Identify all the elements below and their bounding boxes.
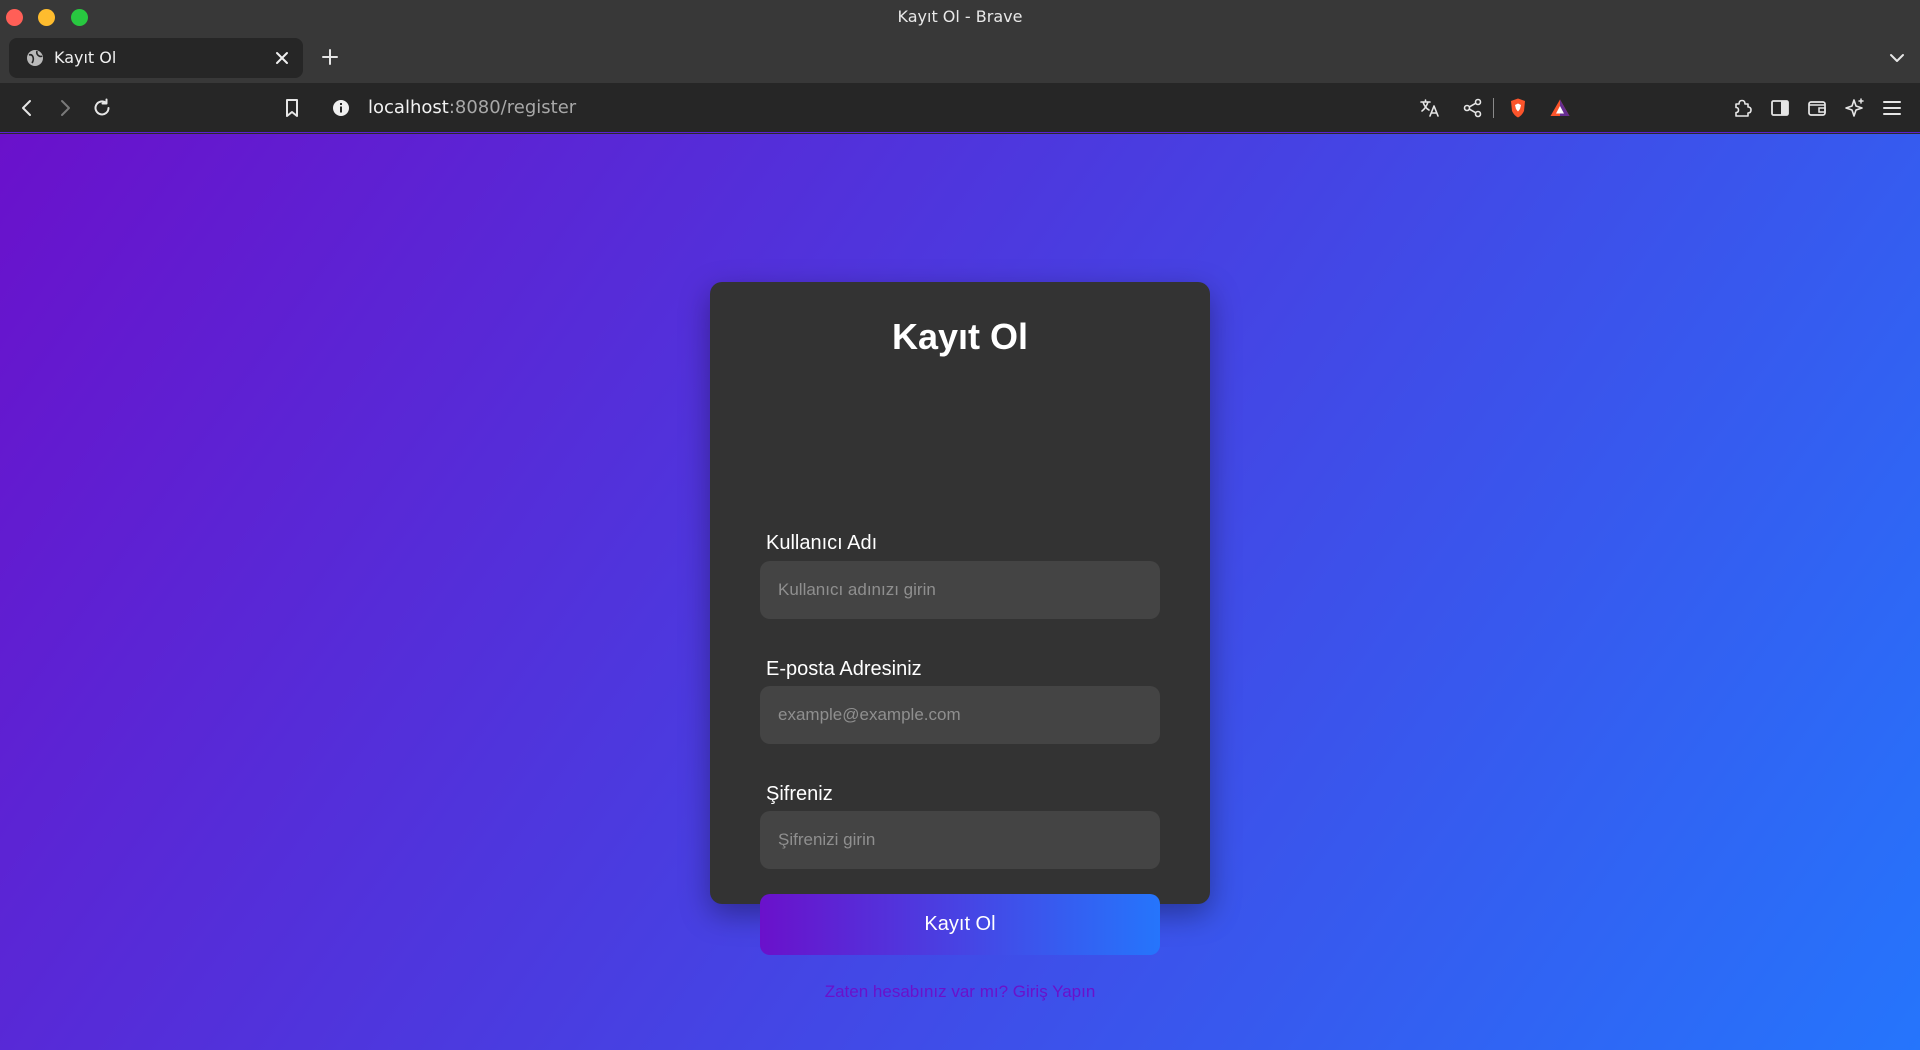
register-card: Kayıt Ol Kullanıcı Adı E-posta Adresiniz… <box>710 282 1210 1001</box>
forward-arrow-icon[interactable] <box>54 97 76 119</box>
tab-strip: Kayıt Ol <box>0 32 1920 83</box>
wallet-icon[interactable] <box>1806 97 1828 119</box>
plus-icon[interactable] <box>320 47 340 67</box>
address-bar-url[interactable]: localhost:8080/register <box>368 97 576 118</box>
globe-icon <box>27 50 43 66</box>
brave-shield-icon[interactable] <box>1507 97 1529 119</box>
bookmark-icon[interactable] <box>281 97 303 119</box>
email-input[interactable] <box>760 686 1160 744</box>
register-button[interactable]: Kayıt Ol <box>760 894 1160 955</box>
browser-toolbar: localhost:8080/register <box>0 83 1920 133</box>
extensions-icon[interactable] <box>1731 97 1753 119</box>
menu-icon[interactable] <box>1881 97 1903 119</box>
password-input[interactable] <box>760 811 1160 869</box>
password-label: Şifreniz <box>766 783 833 805</box>
tab-register[interactable]: Kayıt Ol <box>9 38 303 78</box>
info-icon[interactable] <box>330 97 352 119</box>
login-link[interactable]: Zaten hesabınız var mı? Giriş Yapın <box>710 982 1210 1002</box>
reload-icon[interactable] <box>91 97 113 119</box>
email-label: E-posta Adresiniz <box>766 658 922 680</box>
username-input[interactable] <box>760 561 1160 619</box>
page-title: Kayıt Ol <box>891 316 1029 357</box>
url-host: localhost <box>368 97 449 118</box>
window-title: Kayıt Ol - Brave <box>897 7 1023 26</box>
leo-ai-icon[interactable] <box>1844 97 1866 119</box>
share-icon[interactable] <box>1462 97 1484 119</box>
toolbar-separator <box>1493 98 1494 118</box>
url-path: :8080/register <box>448 97 577 118</box>
close-icon[interactable] <box>273 49 291 67</box>
back-arrow-icon[interactable] <box>16 97 38 119</box>
translate-icon[interactable] <box>1419 97 1441 119</box>
username-label: Kullanıcı Adı <box>766 532 878 554</box>
brave-rewards-icon[interactable] <box>1549 97 1571 119</box>
window-titlebar: Kayıt Ol - Brave <box>0 0 1920 32</box>
page-viewport: Kayıt Ol Kullanıcı Adı E-posta Adresiniz… <box>0 134 1920 1050</box>
chevron-down-icon[interactable] <box>1888 49 1906 67</box>
tab-title: Kayıt Ol <box>54 48 117 67</box>
sidebar-icon[interactable] <box>1769 97 1791 119</box>
